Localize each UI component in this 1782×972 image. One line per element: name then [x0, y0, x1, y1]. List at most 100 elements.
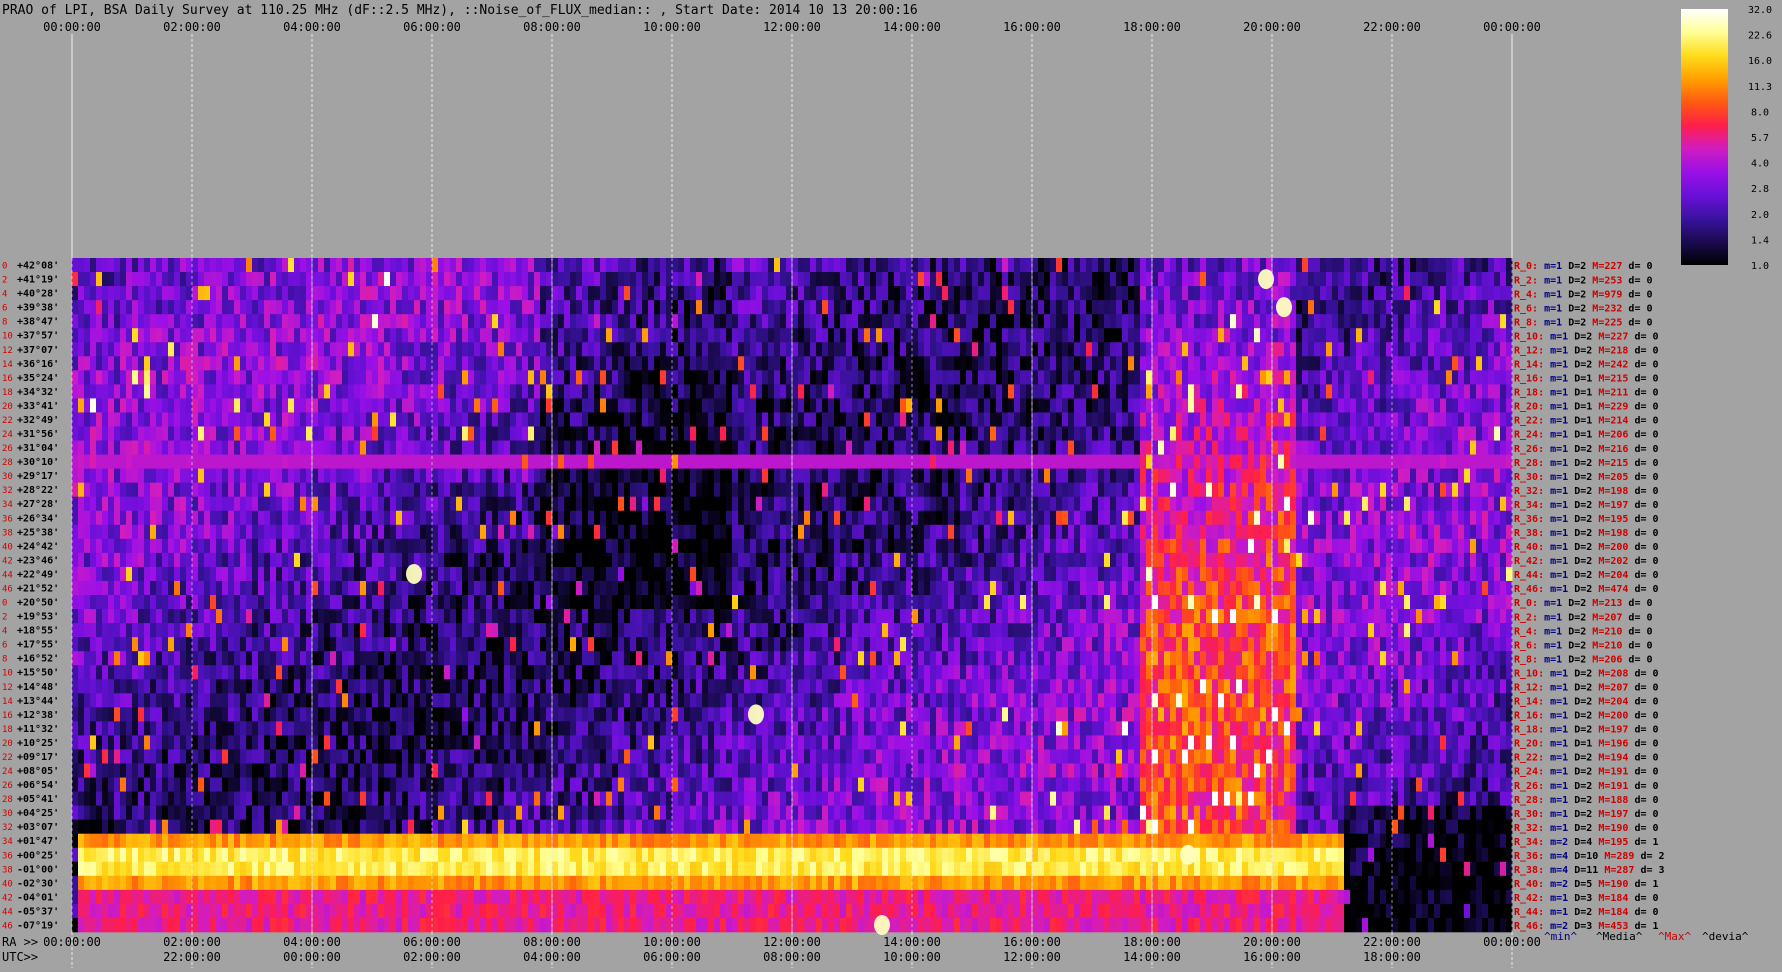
- heatmap-cell: [1368, 342, 1374, 356]
- heatmap-cell: [1176, 441, 1182, 455]
- heatmap-cell: [1080, 455, 1086, 469]
- heatmap-cell: [240, 328, 246, 342]
- heatmap-cell: [264, 300, 270, 314]
- heatmap-cell: [852, 398, 858, 412]
- heatmap-cell: [264, 511, 270, 525]
- heatmap-cell: [882, 314, 888, 328]
- heatmap-cell: [1170, 370, 1176, 384]
- heatmap-cell: [990, 455, 996, 469]
- heatmap-cell: [366, 300, 372, 314]
- heatmap-cell: [990, 525, 996, 539]
- heatmap-cell: [594, 286, 600, 300]
- heatmap-cell: [714, 370, 720, 384]
- heatmap-cell: [1068, 314, 1074, 328]
- heatmap-cell: [606, 258, 612, 272]
- heatmap-cell: [1188, 356, 1194, 370]
- heatmap-cell: [846, 328, 852, 342]
- heatmap-cell: [954, 483, 960, 497]
- heatmap-cell: [330, 328, 336, 342]
- heatmap-cell: [1002, 272, 1008, 286]
- heatmap-cell: [1092, 427, 1098, 441]
- heatmap-cell: [780, 455, 786, 469]
- heatmap-cell: [804, 427, 810, 441]
- heatmap-cell: [1170, 300, 1176, 314]
- heatmap-cell: [678, 314, 684, 328]
- heatmap-cell: [624, 328, 630, 342]
- heatmap-cell: [846, 314, 852, 328]
- heatmap-cell: [1284, 497, 1290, 511]
- heatmap-cell: [768, 483, 774, 497]
- heatmap-cell: [456, 356, 462, 370]
- heatmap-cell: [1032, 455, 1038, 469]
- heatmap-cell: [1332, 342, 1338, 356]
- heatmap-cell: [456, 483, 462, 497]
- heatmap-cell: [420, 328, 426, 342]
- heatmap-cell: [546, 272, 552, 286]
- heatmap-cell: [1098, 272, 1104, 286]
- heatmap-cell: [366, 441, 372, 455]
- heatmap-cell: [1116, 300, 1122, 314]
- heatmap-cell: [810, 328, 816, 342]
- heatmap-cell: [378, 412, 384, 426]
- heatmap-cell: [1236, 469, 1242, 483]
- heatmap-cell: [810, 441, 816, 455]
- heatmap-cell: [870, 469, 876, 483]
- heatmap-cell: [744, 342, 750, 356]
- heatmap-cell: [282, 539, 288, 553]
- heatmap-cell: [114, 427, 120, 441]
- heatmap-cell: [156, 286, 162, 300]
- heatmap-cell: [570, 286, 576, 300]
- heatmap-cell: [1104, 300, 1110, 314]
- heatmap-cell: [204, 328, 210, 342]
- heatmap-cell: [402, 384, 408, 398]
- heatmap-cell: [84, 455, 90, 469]
- heatmap-cell: [72, 455, 78, 469]
- heatmap-cell: [612, 328, 618, 342]
- heatmap-cell: [198, 384, 204, 398]
- heatmap-cell: [1302, 258, 1308, 272]
- heatmap-cell: [1452, 258, 1458, 272]
- heatmap-cell: [1320, 356, 1326, 370]
- heatmap-cell: [588, 497, 594, 511]
- heatmap-cell: [1146, 258, 1152, 272]
- heatmap-cell: [282, 412, 288, 426]
- heatmap-cell: [1284, 370, 1290, 384]
- heatmap-cell: [696, 370, 702, 384]
- heatmap-cell: [978, 497, 984, 511]
- heatmap-cell: [1332, 469, 1338, 483]
- heatmap-cell: [1344, 314, 1350, 328]
- top-tick-label: 14:00:00: [883, 20, 941, 34]
- heatmap-cell: [606, 412, 612, 426]
- heatmap-cell: [732, 272, 738, 286]
- heatmap-cell: [102, 483, 108, 497]
- heatmap-cell: [1170, 441, 1176, 455]
- heatmap-cell: [954, 328, 960, 342]
- heatmap-cell: [1110, 398, 1116, 412]
- heatmap-cell: [438, 258, 444, 272]
- heatmap-cell: [312, 497, 318, 511]
- heatmap-cell: [882, 441, 888, 455]
- heatmap-cell: [1044, 511, 1050, 525]
- heatmap-cell: [726, 314, 732, 328]
- heatmap-cell: [228, 286, 234, 300]
- heatmap-cell: [1380, 469, 1386, 483]
- heatmap-cell: [174, 300, 180, 314]
- heatmap-cell: [168, 427, 174, 441]
- heatmap-cell: [1494, 300, 1500, 314]
- heatmap-cell: [552, 412, 558, 426]
- heatmap-cell: [900, 469, 906, 483]
- heatmap-cell: [204, 370, 210, 384]
- heatmap-cell: [168, 469, 174, 483]
- heatmap-cell: [696, 398, 702, 412]
- heatmap-cell: [1398, 286, 1404, 300]
- heatmap-cell: [852, 258, 858, 272]
- heatmap-cell: [468, 427, 474, 441]
- heatmap-cell: [1308, 525, 1314, 539]
- heatmap-cell: [666, 469, 672, 483]
- heatmap-cell: [300, 370, 306, 384]
- heatmap-cell: [1488, 286, 1494, 300]
- heatmap-cell: [1452, 370, 1458, 384]
- heatmap-cell: [1206, 356, 1212, 370]
- heatmap-cell: [72, 441, 78, 455]
- heatmap-cell: [786, 441, 792, 455]
